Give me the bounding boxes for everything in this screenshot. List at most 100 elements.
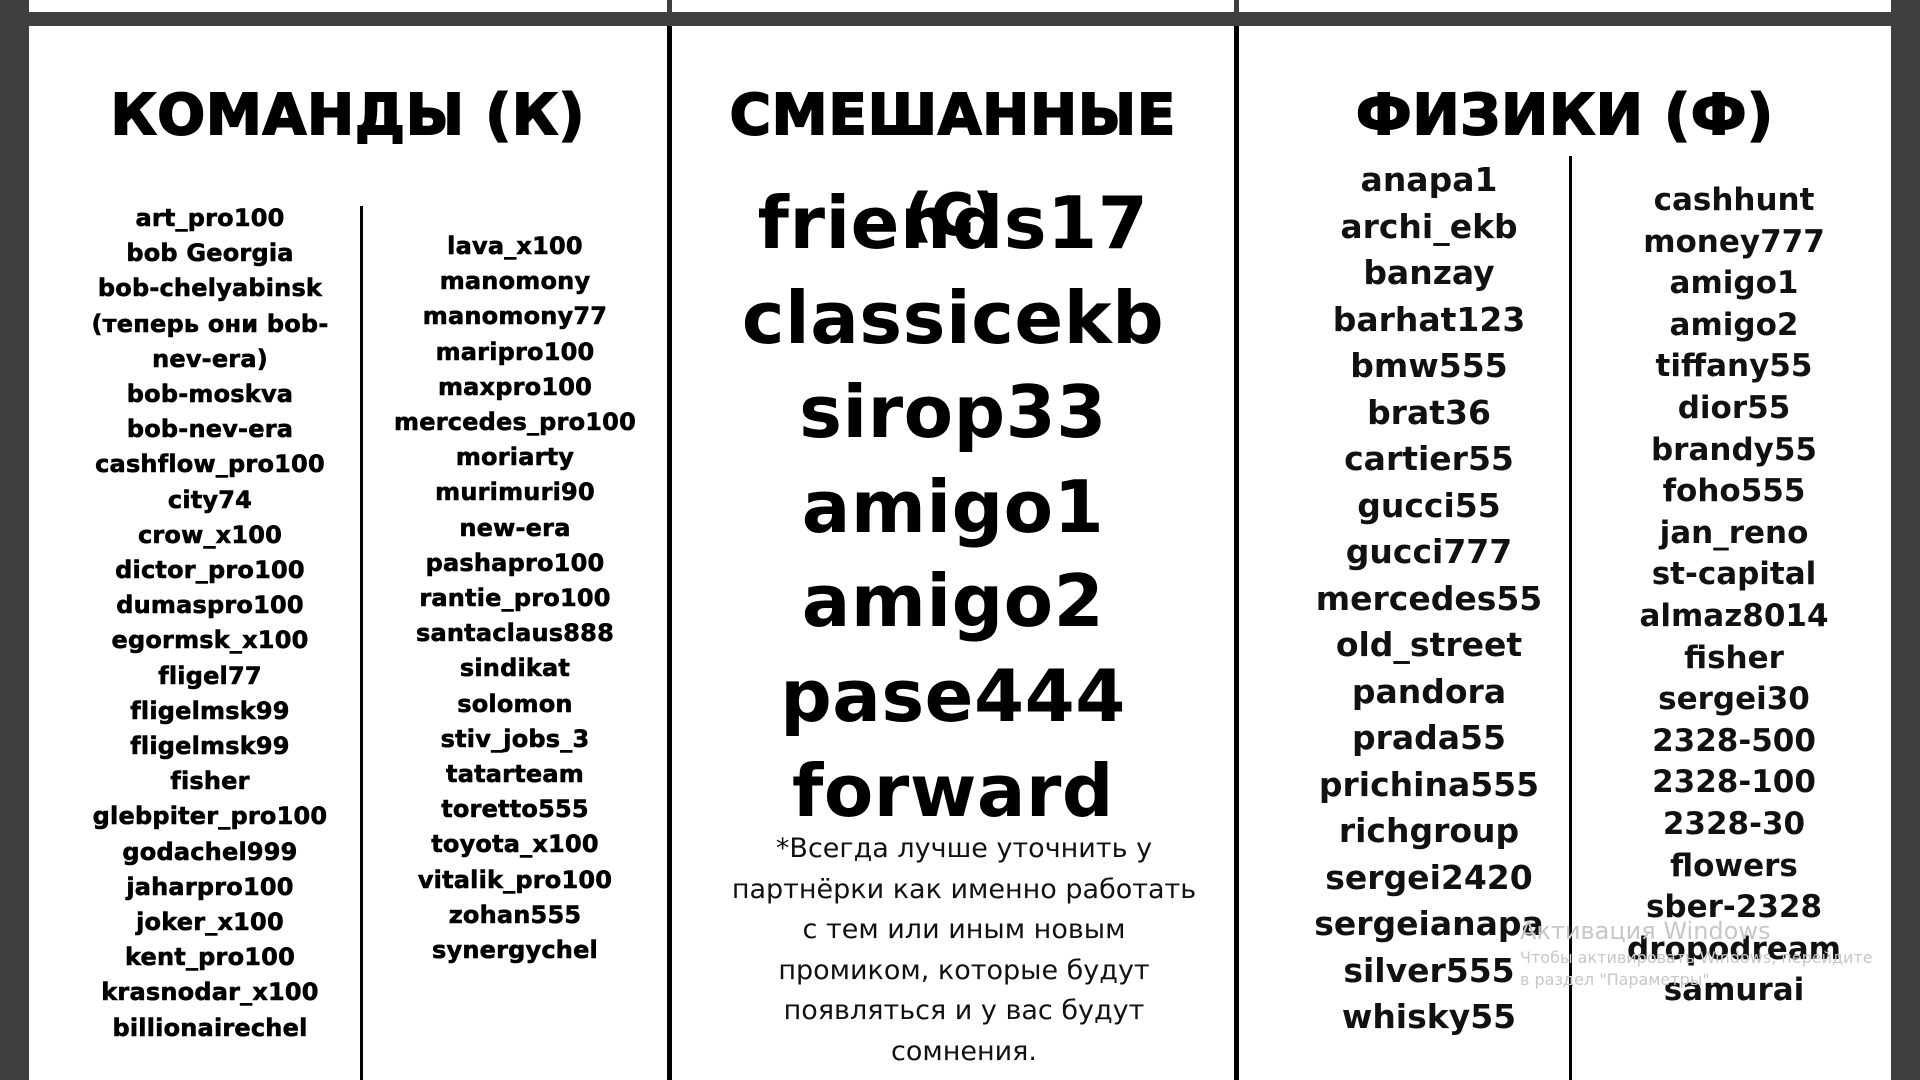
list-item: amigo1 [1669,265,1799,302]
list-item: st-capital [1651,556,1817,593]
column-divider-2 [1234,26,1239,1080]
list-item: krasnodar_x100 [101,978,319,1007]
list-item: flowers [1670,847,1798,884]
list-item: sirop33 [799,370,1107,455]
list-item: dictor_pro100 [115,556,305,585]
list-item: whisky55 [1341,997,1517,1036]
list-item: solomon [457,689,573,718]
list-item: maxpro100 [437,372,593,402]
list-item: stiv_jobs_3 [440,724,590,754]
list-item: fligelmsk99 [130,696,290,726]
list-item: lava_x100 [447,232,583,261]
list-item: barhat123 [1332,299,1526,339]
list-item: toyota_x100 [431,830,599,859]
list-item: brandy55 [1650,431,1817,468]
list-item: cashflow_pro100 [95,450,325,479]
list-item: pashapro100 [425,548,605,578]
list-item: tiffany55 [1655,348,1813,385]
list-item: anapa1 [1360,160,1498,199]
list-item: prada55 [1352,718,1506,757]
list-item: dior55 [1677,389,1791,426]
list-item: cartier55 [1344,439,1514,478]
list-item: friends17 [757,181,1149,265]
list-item: fisher [1684,639,1784,676]
list-item: manomony [439,267,591,296]
list-item: dropodream [1627,930,1841,967]
list-item: city74 [167,485,253,514]
list-item: sergei2420 [1325,857,1533,897]
list-item: almaz8014 [1639,597,1829,634]
list-item: joker_x100 [136,908,284,937]
list-item: jan_reno [1659,514,1809,551]
commands-title: КОМАНДЫ (К) [110,82,586,149]
list-item: maripro100 [435,337,595,366]
list-item: richgroup [1338,811,1520,850]
list-item: tatarteam [446,760,584,789]
list-item: bob-moskva [126,380,294,409]
list-item: 2328-500 [1652,722,1816,759]
commands-list-left: art_pro100 bob Georgia bob-chelyabinsk (… [79,201,341,1046]
list-item: sergei30 [1658,681,1810,718]
promo-code-sheet: КОМАНДЫ (К) СМЕШАННЫЕ (С) ФИЗИКИ (Ф) art… [29,26,1891,1080]
list-item: fligelmsk99 [130,732,290,761]
list-item: jaharpro100 [126,872,294,902]
list-item: sindikat [459,654,571,683]
list-item: gucci55 [1357,485,1501,525]
list-item: sber-2328 [1645,889,1823,926]
list-item: egormsk_x100 [111,626,309,655]
list-item: foho555 [1662,473,1806,510]
list-item: silver555 [1343,950,1515,990]
list-item: bob-chelyabinsk [97,274,323,303]
commands-subdivider [360,206,363,1080]
list-item: crow_x100 [137,520,283,550]
list-item: prichina555 [1318,764,1540,804]
list-item: classicekb [741,275,1165,360]
list-item: pandora [1351,671,1507,711]
physics-list-right: cashhunt money777 amigo1 amigo2 tiffany5… [1591,180,1877,1012]
list-item: amigo1 [801,464,1105,549]
list-item: synergychel [432,936,598,965]
list-item: archi_ekb [1340,206,1518,246]
commands-list-right: lava_x100 manomony manomony77 maripro100… [375,229,655,968]
list-item: bob Georgia [126,239,294,268]
list-item: toretto555 [441,795,589,824]
list-item: moriarty [455,443,575,472]
list-item: money777 [1643,223,1825,260]
list-item: amigo2 [1669,306,1799,343]
list-item: zohan555 [448,900,582,930]
list-item: sergeianapa [1314,904,1544,943]
list-item: forward [792,748,1114,833]
list-item: brat36 [1367,392,1491,432]
list-item: santaclaus888 [416,619,614,648]
top-strip [0,0,1920,26]
list-item: vitalik_pro100 [417,865,613,894]
list-item: banzay [1363,253,1495,292]
list-item: rantie_pro100 [419,584,611,613]
mixed-note: *Всегда лучше уточнить у партнёрки как и… [731,833,1197,1067]
list-item: mercedes55 [1315,578,1543,618]
list-item: pase444 [780,653,1126,738]
top-cell-1 [29,0,667,12]
list-item: amigo2 [801,559,1105,644]
list-item: mercedes_pro100 [394,408,636,437]
list-item: 2328-30 [1662,805,1806,842]
list-item: godachel999 [122,837,298,866]
list-item: art_pro100 [135,204,285,233]
list-item: dumaspro100 [116,591,304,620]
list-item: 2328-100 [1652,764,1816,801]
mixed-title: СМЕШАННЫЕ (С) [729,82,1177,249]
list-item: new-era [459,513,571,542]
list-item: fligel77 [158,661,262,690]
list-item: old_street [1335,625,1523,664]
list-item: fisher [170,767,250,796]
physics-list-left: anapa1 archi_ekb banzay barhat123 bmw555… [1289,157,1569,1041]
list-item: bob-nev-era [126,415,294,444]
list-item: bmw555 [1350,346,1508,385]
list-item: manomony77 [422,302,608,331]
list-item: nev-era) [152,344,268,374]
list-item: (теперь они bob- [91,309,329,338]
list-item: glebpiter_pro100 [92,802,328,831]
list-item: samurai [1663,972,1805,1009]
physics-title: ФИЗИКИ (Ф) [1355,82,1774,149]
list-item: murimuri90 [435,478,595,507]
